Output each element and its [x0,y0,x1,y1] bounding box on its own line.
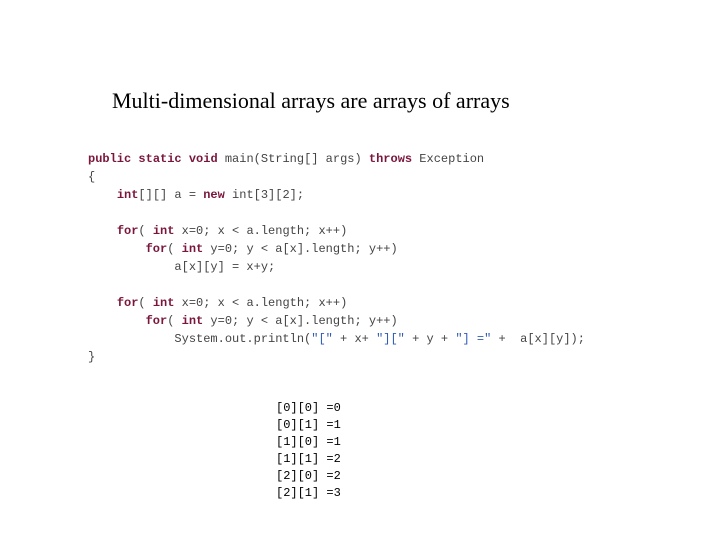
code-line-5: for( int y=0; y < a[x].length; y++) [88,242,398,256]
code-line-10: } [88,350,95,364]
throws-type: Exception [412,152,484,166]
slide: Multi-dimensional arrays are arrays of a… [0,0,720,540]
program-output: [0][0] =0 [0][1] =1 [1][0] =1 [1][1] =2 … [276,400,341,502]
output-row: [1][0] =1 [276,435,341,449]
indent [88,224,117,238]
for-cond: y=0; y < a[x].length; y++) [203,242,397,256]
code-line-1: public static void main(String[] args) t… [88,152,484,166]
output-row: [0][0] =0 [276,401,341,415]
output-row: [0][1] =1 [276,418,341,432]
decl-rest: int[3][2]; [225,188,304,202]
for-cond: y=0; y < a[x].length; y++) [203,314,397,328]
kw-for: for [117,224,139,238]
code-line-6: a[x][y] = x+y; [88,260,275,274]
kw-int: int [153,296,175,310]
output-row: [1][1] =2 [276,452,341,466]
for-open: ( [167,242,181,256]
indent [88,314,146,328]
kw-int: int [153,224,175,238]
output-row: [2][1] =3 [276,486,341,500]
kw-for: for [146,314,168,328]
code-line-9: System.out.println("[" + x+ "][" + y + "… [88,332,585,346]
concat: + y + [405,332,455,346]
for-open: ( [138,224,152,238]
kw-throws: throws [369,152,412,166]
for-open: ( [138,296,152,310]
for-cond: x=0; x < a.length; x++) [174,224,347,238]
kw-new: new [203,188,225,202]
str-mid-bracket: "][" [376,332,405,346]
code-line-4: for( int x=0; x < a.length; x++) [88,224,347,238]
code-line-7: for( int x=0; x < a.length; x++) [88,296,347,310]
str-equals: "] =" [455,332,491,346]
kw-int: int [182,314,204,328]
code-line-3: int[][] a = new int[3][2]; [88,188,304,202]
kw-void: void [189,152,218,166]
kw-for: for [117,296,139,310]
concat: + x+ [333,332,376,346]
kw-int: int [117,188,139,202]
code-line-8: for( int y=0; y < a[x].length; y++) [88,314,398,328]
kw-int: int [182,242,204,256]
kw-public: public [88,152,131,166]
code-listing: public static void main(String[] args) t… [88,150,585,366]
str-open-bracket: "[" [311,332,333,346]
indent [88,242,146,256]
indent [88,296,117,310]
indent [88,188,117,202]
kw-static: static [138,152,181,166]
concat-tail: + a[x][y]); [491,332,585,346]
decl-mid: [][] a = [138,188,203,202]
println-head: System.out.println( [88,332,311,346]
for-cond: x=0; x < a.length; x++) [174,296,347,310]
code-line-2: { [88,170,95,184]
kw-for: for [146,242,168,256]
method-signature: main(String[] args) [218,152,369,166]
output-row: [2][0] =2 [276,469,341,483]
for-open: ( [167,314,181,328]
slide-title: Multi-dimensional arrays are arrays of a… [112,88,510,114]
